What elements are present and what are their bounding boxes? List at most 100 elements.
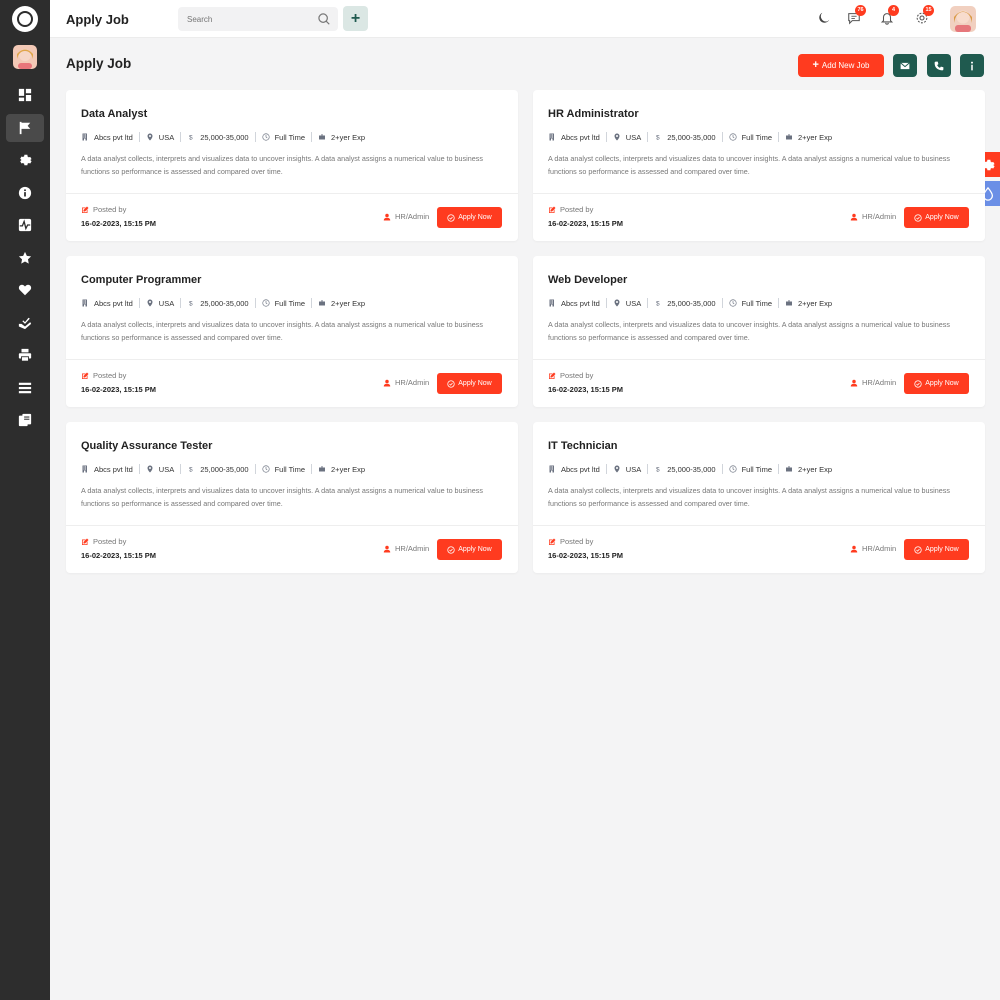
owner-name: HR/Admin: [395, 212, 430, 221]
meta-divider: [647, 298, 649, 308]
map-pin-icon: [614, 299, 620, 307]
posted-by: Posted by: [81, 371, 126, 380]
job-card: IT Technician Abcs pvt ltd USA $ 25,000-…: [533, 422, 985, 573]
meta-divider: [254, 298, 256, 308]
email-button[interactable]: [893, 54, 917, 77]
info-icon: [18, 186, 32, 200]
search-input[interactable]: [178, 7, 308, 31]
info-button[interactable]: [960, 54, 984, 77]
map-pin-icon: [147, 133, 153, 141]
job-description: A data analyst collects, interprets and …: [548, 154, 950, 176]
company: Abcs pvt ltd: [548, 465, 600, 474]
sidebar-item-activity[interactable]: [6, 211, 44, 239]
location-name: USA: [158, 298, 175, 308]
experience: 2+yer Exp: [318, 133, 365, 142]
job-card: Data Analyst Abcs pvt ltd USA $ 25,000-3…: [66, 90, 518, 241]
meta-divider: [721, 132, 723, 142]
user-icon: [850, 545, 858, 552]
quick-add-button[interactable]: +: [343, 6, 368, 31]
salary: $ 25,000-35,000: [187, 133, 248, 142]
experience: 2+yer Exp: [785, 299, 832, 308]
dark-mode-toggle[interactable]: [817, 11, 833, 27]
apply-now-button[interactable]: Apply Now: [904, 539, 969, 560]
sidebar-item-list[interactable]: [6, 374, 44, 402]
sidebar-item-heart[interactable]: [6, 276, 44, 304]
company-name: Abcs pvt ltd: [561, 298, 600, 308]
posted-date: 16-02-2023, 15:15 PM: [548, 551, 624, 560]
dollar-icon: $: [189, 467, 193, 474]
sidebar-item-copy[interactable]: [6, 406, 44, 434]
experience-label: 2+yer Exp: [798, 298, 832, 308]
briefcase-icon: [786, 300, 793, 306]
user-avatar[interactable]: [950, 6, 976, 32]
meta-divider: [138, 298, 140, 308]
apply-now-button[interactable]: Apply Now: [437, 373, 502, 394]
call-button[interactable]: [927, 54, 951, 77]
job-title[interactable]: Quality Assurance Tester: [81, 440, 212, 452]
job-type-label: Full Time: [274, 464, 306, 474]
location: USA: [146, 299, 174, 308]
owner-name: HR/Admin: [395, 544, 430, 553]
sidebar-item-info[interactable]: [6, 179, 44, 207]
sidebar-item-star[interactable]: [6, 244, 44, 272]
posted-date: 16-02-2023, 15:15 PM: [81, 551, 157, 560]
building-icon: [549, 465, 554, 473]
app-logo[interactable]: [12, 6, 38, 32]
experience: 2+yer Exp: [318, 299, 365, 308]
sidebar-item-flag[interactable]: [6, 114, 44, 142]
apply-now-button[interactable]: Apply Now: [904, 373, 969, 394]
job-type: Full Time: [729, 299, 772, 308]
apply-now-button[interactable]: Apply Now: [904, 207, 969, 228]
location: USA: [146, 465, 174, 474]
add-new-job-button[interactable]: + Add New Job: [798, 54, 884, 77]
company-name: Abcs pvt ltd: [94, 298, 133, 308]
messages-button[interactable]: 76: [847, 5, 866, 27]
meta-divider: [180, 464, 182, 474]
meta-divider: [180, 132, 182, 142]
apply-now-button[interactable]: Apply Now: [437, 207, 502, 228]
sidebar-avatar[interactable]: [13, 45, 37, 69]
apply-now-label: Apply Now: [925, 214, 959, 221]
job-description: A data analyst collects, interprets and …: [81, 486, 483, 508]
company-name: Abcs pvt ltd: [561, 132, 600, 142]
check-circle-icon: [447, 213, 455, 222]
sidebar-item-dashboard[interactable]: [6, 81, 44, 109]
job-type: Full Time: [729, 465, 772, 474]
info-icon: [971, 61, 973, 70]
job-owner: HR/Admin: [383, 212, 429, 221]
owner-name: HR/Admin: [862, 544, 897, 553]
job-title[interactable]: Web Developer: [548, 274, 627, 286]
job-title[interactable]: Computer Programmer: [81, 274, 201, 286]
sidebar-item-hand-check[interactable]: [6, 309, 44, 337]
experience-label: 2+yer Exp: [331, 298, 365, 308]
notifications-button[interactable]: 4: [880, 5, 899, 27]
clock-icon: [729, 465, 737, 473]
posted-date: 16-02-2023, 15:15 PM: [81, 385, 157, 394]
job-type-label: Full Time: [274, 132, 306, 142]
job-title[interactable]: Data Analyst: [81, 108, 147, 120]
settings-button[interactable]: 15: [915, 5, 934, 27]
search-icon[interactable]: [317, 12, 331, 26]
check-circle-icon: [447, 379, 455, 388]
posted-by-label: Posted by: [560, 537, 594, 546]
salary-range: 25,000-35,000: [200, 132, 249, 142]
salary: $ 25,000-35,000: [187, 299, 248, 308]
sidebar-item-settings[interactable]: [6, 146, 44, 174]
company: Abcs pvt ltd: [81, 299, 133, 308]
sidebar-item-printer[interactable]: [6, 341, 44, 369]
briefcase-icon: [319, 134, 326, 140]
salary: $ 25,000-35,000: [654, 299, 715, 308]
salary-range: 25,000-35,000: [667, 132, 716, 142]
apply-now-label: Apply Now: [458, 546, 492, 553]
job-meta: Abcs pvt ltd USA $ 25,000-35,000 Full Ti…: [81, 297, 365, 309]
job-card: Computer Programmer Abcs pvt ltd USA $ 2…: [66, 256, 518, 407]
job-title[interactable]: HR Administrator: [548, 108, 639, 120]
apply-now-button[interactable]: Apply Now: [437, 539, 502, 560]
job-card: HR Administrator Abcs pvt ltd USA $ 25,0…: [533, 90, 985, 241]
user-icon: [383, 379, 391, 386]
meta-divider: [647, 132, 649, 142]
avatar-image: [13, 45, 37, 69]
dashboard-icon: [18, 88, 32, 102]
job-card: Quality Assurance Tester Abcs pvt ltd US…: [66, 422, 518, 573]
job-title[interactable]: IT Technician: [548, 440, 617, 452]
